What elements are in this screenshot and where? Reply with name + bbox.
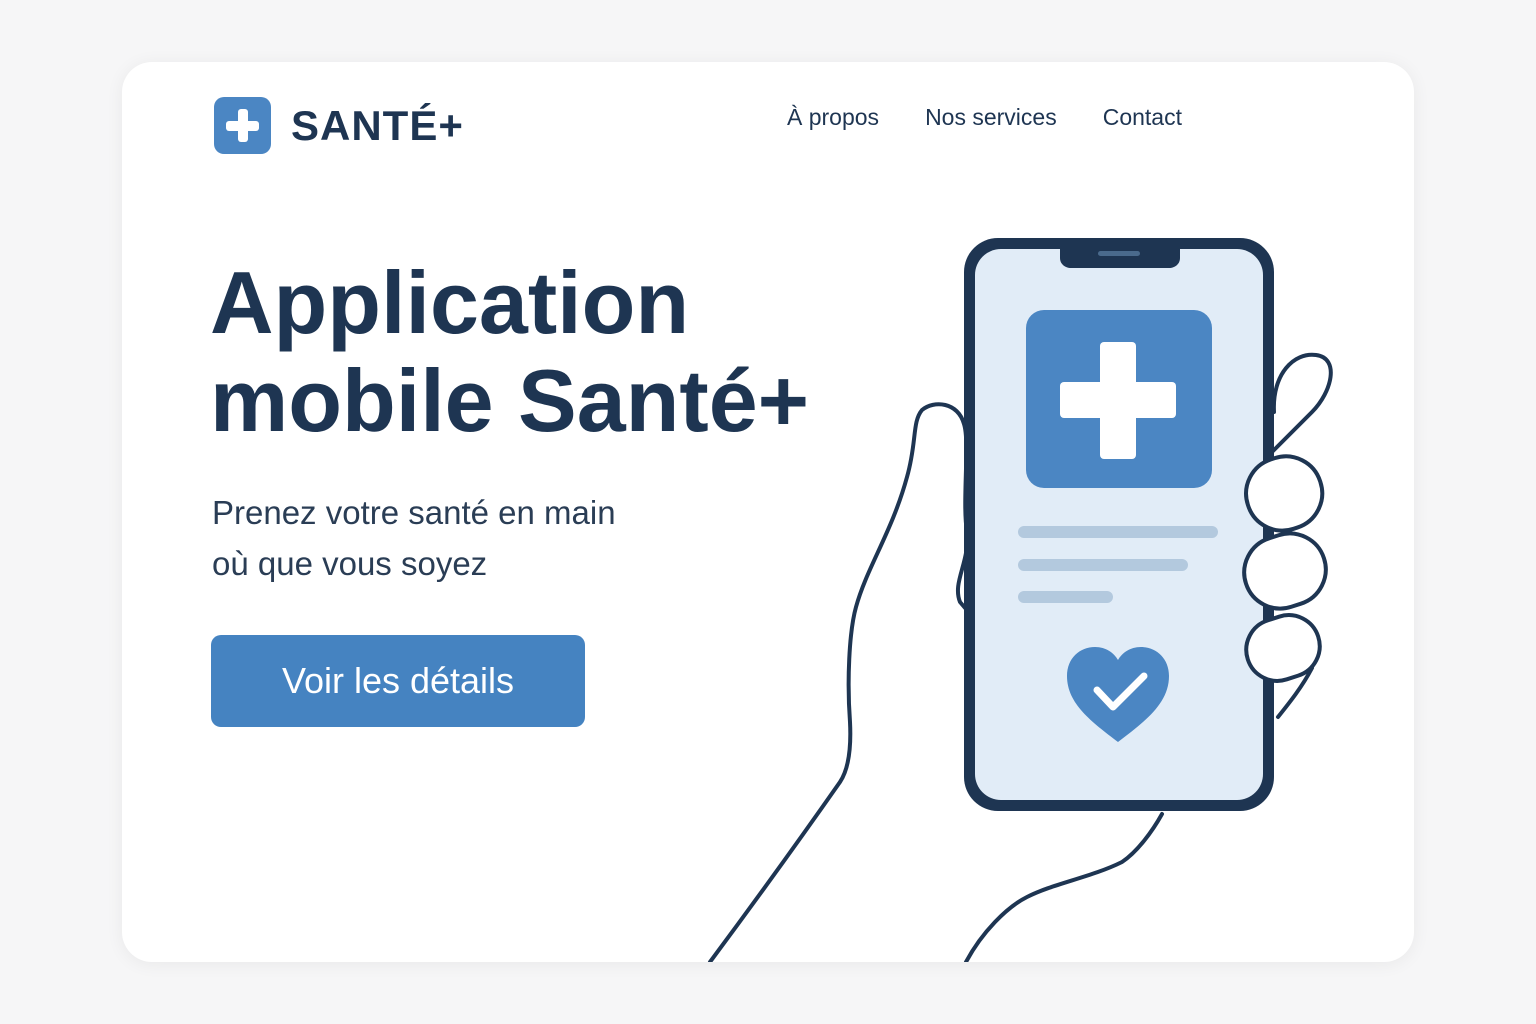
hand-outline (708, 402, 979, 962)
landing-card: SANTÉ+ À propos Nos services Contact App… (122, 62, 1414, 962)
phone-notch (1060, 246, 1180, 268)
screen-text-line-1 (1018, 526, 1218, 538)
brand-name: SANTÉ+ (291, 101, 464, 149)
screen-text-line-2 (1018, 559, 1188, 571)
hero-title-line-2: mobile Santé+ (210, 351, 810, 450)
top-nav: À propos Nos services Contact (787, 104, 1182, 131)
details-button[interactable]: Voir les détails (211, 635, 585, 727)
phone-body (964, 238, 1274, 811)
fingers-shape (1242, 454, 1328, 719)
brand-logo[interactable]: SANTÉ+ (214, 97, 464, 154)
nav-item-nos-services[interactable]: Nos services (925, 104, 1057, 131)
screen-text-line-3 (1018, 591, 1113, 603)
phone-speaker (1098, 251, 1140, 256)
finger-top-shape (1270, 352, 1333, 454)
phone-screen (975, 249, 1263, 800)
nav-item-contact[interactable]: Contact (1103, 104, 1182, 131)
hero-subtitle-line-1: Prenez votre santé en main (212, 494, 616, 531)
hero-title: Application mobile Santé+ (210, 254, 910, 450)
nav-item-a-propos[interactable]: À propos (787, 104, 879, 131)
heart-check-icon (1067, 647, 1169, 742)
hero-title-line-1: Application (210, 253, 690, 352)
wrist-outline (964, 812, 1164, 962)
medical-cross-icon (214, 97, 271, 154)
hero-subtitle: Prenez votre santé en main où que vous s… (212, 487, 732, 589)
medical-cross-icon (1026, 310, 1212, 488)
hero-subtitle-line-2: où que vous soyez (212, 545, 488, 582)
